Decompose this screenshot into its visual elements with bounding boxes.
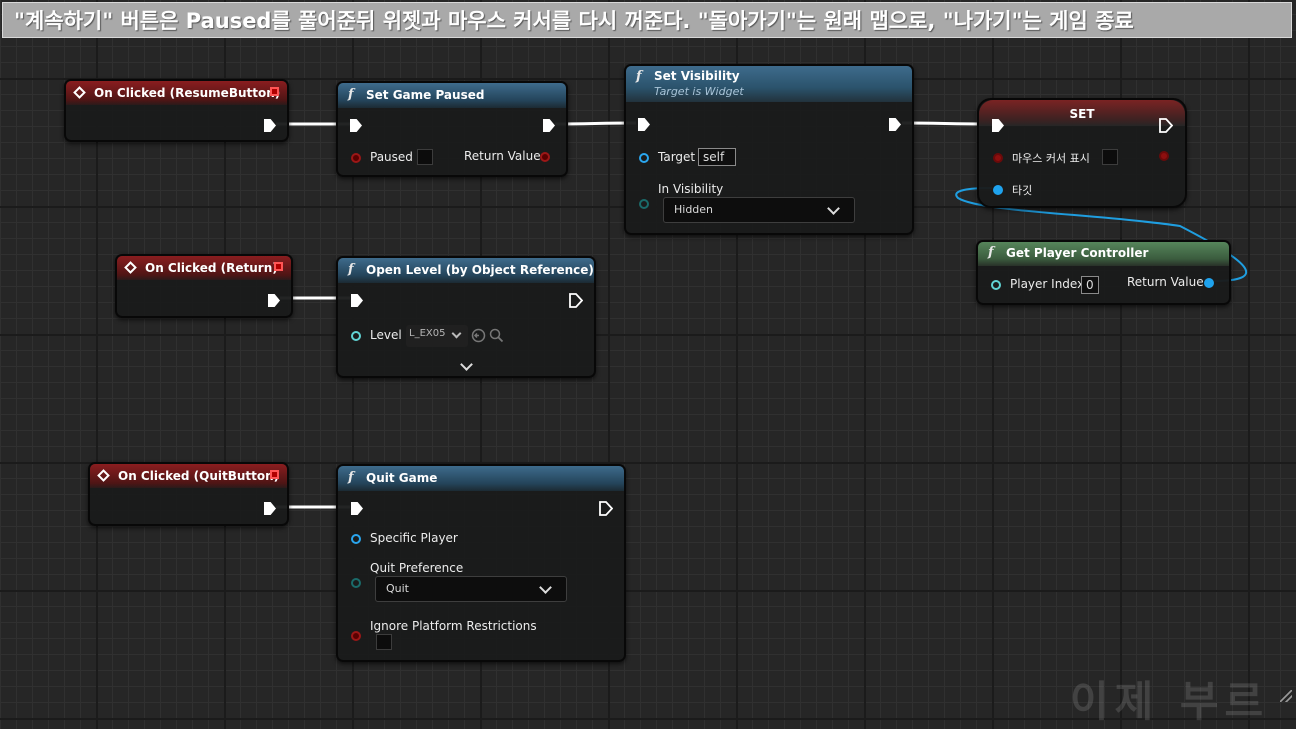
resize-grip-icon[interactable]	[1280, 690, 1292, 702]
level-pin[interactable]	[351, 331, 361, 341]
exec-in-pin[interactable]	[351, 502, 363, 515]
node-title: Quit Game	[366, 471, 438, 485]
exec-in-pin[interactable]	[351, 294, 363, 307]
ignore-restrictions-checkbox[interactable]	[376, 634, 392, 650]
exec-out-pin[interactable]	[599, 501, 613, 516]
visibility-value: Hidden	[674, 203, 714, 216]
node-title: Get Player Controller	[1006, 246, 1149, 260]
ignore-restrictions-label: Ignore Platform Restrictions	[370, 619, 537, 633]
event-node-resume[interactable]: On Clicked (ResumeButton)	[64, 79, 289, 142]
node-title: On Clicked (ResumeButton)	[94, 86, 281, 100]
return-value-label: Return Value	[464, 149, 541, 163]
player-index-pin[interactable]	[991, 280, 1001, 290]
exec-in-pin[interactable]	[638, 118, 650, 131]
delegate-pin-icon[interactable]	[274, 262, 283, 271]
variable-label: 마우스 커서 표시	[1012, 152, 1090, 165]
exec-out-pin[interactable]	[264, 502, 276, 515]
ignore-restrictions-pin[interactable]	[351, 631, 361, 641]
function-icon: f	[348, 262, 354, 277]
visibility-pin[interactable]	[639, 199, 649, 209]
variable-checkbox[interactable]	[1102, 149, 1118, 165]
variable-set-node[interactable]: SET 마우스 커서 표시 타깃	[977, 98, 1187, 208]
paused-input-pin[interactable]	[351, 153, 361, 163]
bool-output-pin[interactable]	[1159, 151, 1169, 161]
event-node-return[interactable]: On Clicked (Return)	[115, 254, 293, 318]
specific-player-label: Specific Player	[370, 531, 458, 545]
exec-out-pin[interactable]	[268, 294, 280, 307]
target-value-box[interactable]: self	[698, 148, 736, 166]
quit-preference-label: Quit Preference	[370, 561, 464, 575]
function-header: f Set Game Paused	[338, 83, 566, 108]
event-header: On Clicked (Return)	[117, 256, 291, 280]
delegate-pin-icon[interactable]	[270, 470, 279, 479]
expand-advanced-icon[interactable]	[460, 358, 473, 371]
visibility-dropdown[interactable]: Hidden	[663, 197, 855, 223]
exec-out-pin[interactable]	[264, 119, 276, 132]
chevron-down-icon	[451, 328, 462, 339]
use-selected-icon[interactable]	[471, 328, 486, 343]
quit-preference-value: Quit	[386, 582, 409, 595]
player-index-label: Player Index	[1010, 277, 1085, 291]
return-value-pin[interactable]	[1204, 278, 1214, 288]
exec-out-pin[interactable]	[543, 119, 555, 132]
target-pin[interactable]	[639, 153, 649, 163]
function-icon: f	[348, 470, 354, 485]
return-value-pin[interactable]	[540, 152, 550, 162]
specific-player-pin[interactable]	[351, 534, 361, 544]
target-label: Target	[658, 150, 696, 164]
event-diamond-icon	[124, 261, 137, 274]
event-diamond-icon	[97, 469, 110, 482]
node-subtitle: Target is Widget	[654, 85, 744, 98]
delegate-pin-icon[interactable]	[270, 87, 279, 96]
quit-preference-pin[interactable]	[351, 578, 361, 588]
pure-node-get-player-controller[interactable]: f Get Player Controller Player Index 0 R…	[976, 240, 1231, 305]
browse-search-icon[interactable]	[489, 328, 504, 343]
chevron-down-icon	[539, 581, 552, 594]
event-diamond-icon	[73, 86, 86, 99]
visibility-label: In Visibility	[658, 182, 724, 196]
function-node-open-level[interactable]: f Open Level (by Object Reference) Level…	[336, 256, 596, 378]
function-header: f Quit Game	[338, 466, 624, 491]
chevron-down-icon	[827, 202, 840, 215]
function-node-set-game-paused[interactable]: f Set Game Paused Paused Return Value	[336, 81, 568, 177]
function-icon: f	[636, 69, 642, 84]
node-title: On Clicked (QuitButton)	[118, 469, 280, 483]
watermark-text: 이제 부르	[1070, 677, 1270, 726]
quit-preference-dropdown[interactable]: Quit	[375, 576, 567, 602]
exec-in-pin[interactable]	[350, 119, 362, 132]
bool-input-pin[interactable]	[993, 153, 1003, 163]
pure-header: f Get Player Controller	[978, 242, 1229, 266]
function-node-quit-game[interactable]: f Quit Game Specific Player Quit Prefere…	[336, 464, 626, 662]
node-title: On Clicked (Return)	[145, 261, 278, 275]
node-title: Set Game Paused	[366, 88, 485, 102]
target-pin[interactable]	[993, 185, 1003, 195]
node-title: Open Level (by Object Reference)	[366, 263, 594, 277]
paused-label: Paused	[370, 150, 413, 164]
level-asset-picker[interactable]: L_EX05	[406, 325, 468, 347]
function-node-set-visibility[interactable]: f Set Visibility Target is Widget Target…	[624, 64, 914, 235]
player-index-box[interactable]: 0	[1081, 276, 1099, 294]
event-header: On Clicked (QuitButton)	[90, 464, 287, 488]
set-header: SET	[979, 100, 1185, 126]
function-header: f Open Level (by Object Reference)	[338, 258, 594, 283]
event-node-quit[interactable]: On Clicked (QuitButton)	[88, 462, 289, 526]
node-title: Set Visibility	[654, 69, 740, 83]
event-header: On Clicked (ResumeButton)	[66, 81, 287, 105]
target-label: 타깃	[1012, 184, 1033, 197]
exec-out-pin[interactable]	[569, 293, 583, 308]
function-header: f Set Visibility Target is Widget	[626, 66, 912, 102]
paused-checkbox[interactable]	[417, 149, 433, 165]
exec-out-pin[interactable]	[889, 118, 901, 131]
return-value-label: Return Value	[1127, 275, 1204, 289]
function-icon: f	[348, 87, 354, 102]
level-value: L_EX05	[409, 328, 446, 339]
node-title: SET	[1069, 107, 1095, 121]
function-icon: f	[988, 245, 994, 260]
level-label: Level	[370, 328, 402, 342]
exec-out-pin[interactable]	[1159, 118, 1173, 133]
